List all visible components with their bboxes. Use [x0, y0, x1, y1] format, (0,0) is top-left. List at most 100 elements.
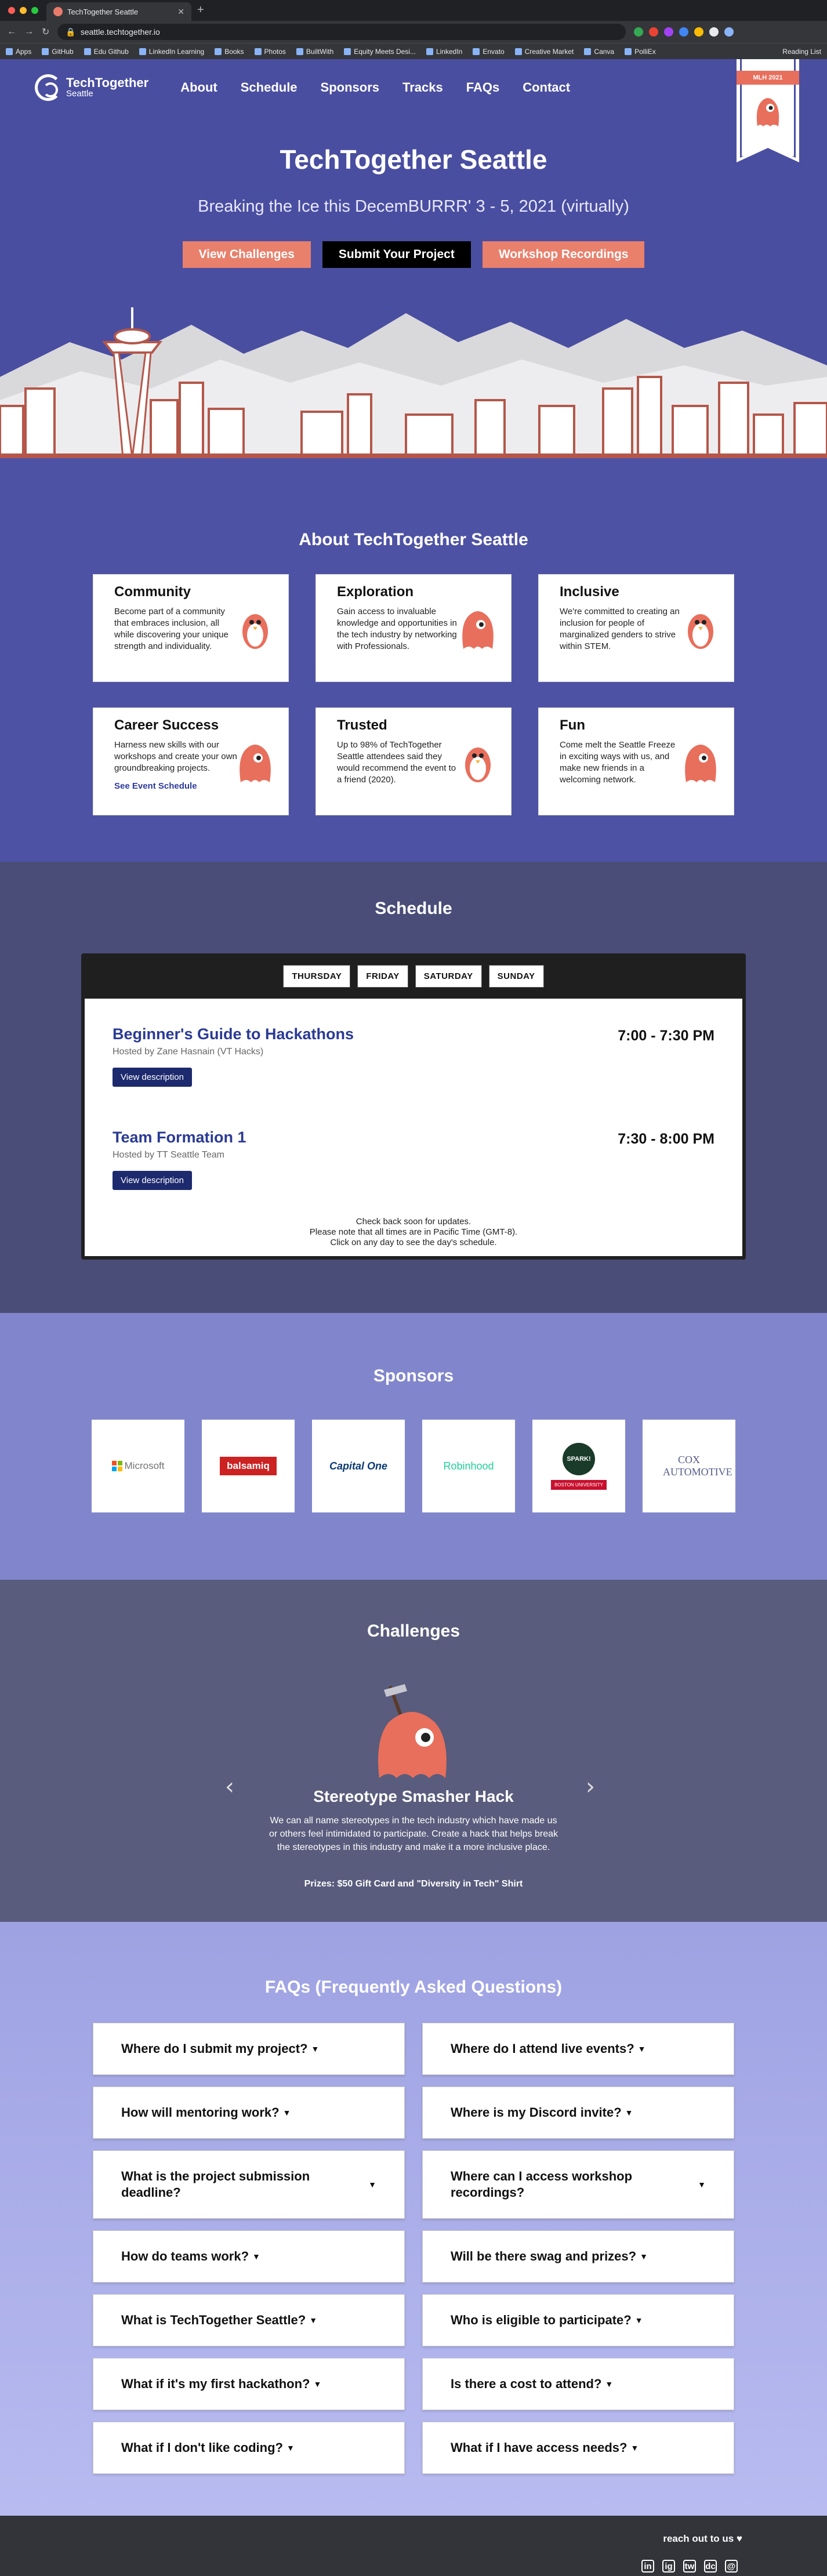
site-logo[interactable]: TechTogether Seattle	[35, 74, 148, 101]
tab-thursday[interactable]: THURSDAY	[283, 964, 351, 988]
sponsor-balsamiq[interactable]: balsamiq	[202, 1420, 295, 1512]
profile-avatar-icon[interactable]	[724, 27, 734, 37]
caret-down-icon: ▼	[630, 2443, 639, 2452]
card-title: Inclusive	[560, 584, 619, 600]
faq-question[interactable]: Is there a cost to attend? ▼	[422, 2358, 734, 2410]
browser-tab[interactable]: TechTogether Seattle ✕	[46, 2, 191, 21]
discord-icon[interactable]: dc	[704, 2560, 717, 2573]
badge-ribbon: MLH 2021	[737, 71, 799, 85]
view-description-button[interactable]: View description	[113, 1068, 192, 1087]
faq-question[interactable]: What is the project submission deadline?…	[93, 2150, 405, 2219]
bookmark-label: Creative Market	[524, 47, 574, 56]
faq-question[interactable]: Where do I submit my project? ▼	[93, 2023, 405, 2075]
faq-question-text: Where do I submit my project?	[121, 2041, 308, 2056]
site-footer: reach out to us ♥ in ig tw dc @	[0, 2516, 827, 2576]
faq-question-text: Where do I attend live events?	[451, 2041, 634, 2056]
faq-question[interactable]: How will mentoring work? ▼	[93, 2087, 405, 2139]
tab-close-icon[interactable]: ✕	[177, 7, 184, 17]
about-card-exploration: Exploration Gain access to invaluable kn…	[315, 574, 512, 682]
extension-icon[interactable]	[694, 27, 704, 37]
faq-question[interactable]: Where is my Discord invite? ▼	[422, 2087, 734, 2139]
bookmark-item[interactable]: Apps	[6, 48, 31, 56]
faq-question-text: What if it's my first hackathon?	[121, 2377, 310, 2391]
nav-link-tracks[interactable]: Tracks	[402, 80, 443, 95]
faq-question[interactable]: What is TechTogether Seattle? ▼	[93, 2294, 405, 2346]
minimize-window-icon[interactable]	[20, 7, 27, 14]
schedule-title: Schedule	[375, 899, 452, 918]
bookmark-item[interactable]: Equity Meets Desi...	[344, 48, 416, 56]
linkedin-icon[interactable]: in	[641, 2560, 654, 2573]
workshop-recordings-button[interactable]: Workshop Recordings	[482, 241, 645, 268]
sponsor-spark-bu[interactable]: SPARK! BOSTON UNIVERSITY	[532, 1420, 625, 1512]
reading-list-button[interactable]: Reading List	[782, 48, 821, 56]
sponsor-name: Microsoft	[124, 1460, 165, 1471]
nav-link-about[interactable]: About	[180, 80, 217, 95]
schedule-event: Beginner's Guide to Hackathons Hosted by…	[113, 1025, 714, 1087]
main-nav: TechTogether Seattle About Schedule Spon…	[35, 74, 792, 101]
tab-saturday[interactable]: SATURDAY	[415, 964, 482, 988]
submit-project-button[interactable]: Submit Your Project	[322, 241, 471, 268]
reach-out-label: reach out to us ♥	[663, 2533, 742, 2544]
forward-icon[interactable]: →	[24, 27, 34, 37]
bookmark-item[interactable]: Photos	[254, 48, 286, 56]
view-description-button[interactable]: View description	[113, 1171, 192, 1190]
reading-list-label: Reading List	[782, 47, 821, 56]
bookmark-label: PolliEx	[634, 47, 656, 56]
extension-icon[interactable]	[664, 27, 674, 37]
bookmark-item[interactable]: LinkedIn	[426, 48, 462, 56]
sponsor-cox-automotive[interactable]: COX AUTOMOTIVE	[643, 1420, 735, 1512]
caret-down-icon: ▼	[309, 2316, 318, 2325]
bookmark-item[interactable]: Creative Market	[514, 47, 574, 56]
reload-icon[interactable]: ↻	[42, 26, 49, 38]
bookmark-item[interactable]: BuiltWith	[296, 48, 333, 56]
tab-sunday[interactable]: SUNDAY	[488, 964, 544, 988]
bookmark-item[interactable]: Books	[215, 48, 244, 56]
twitter-icon[interactable]: tw	[683, 2560, 696, 2573]
faq-question[interactable]: Will be there swag and prizes? ▼	[422, 2230, 734, 2283]
extension-icon[interactable]	[679, 27, 689, 37]
faq-question[interactable]: What if it's my first hackathon? ▼	[93, 2358, 405, 2410]
instagram-icon[interactable]: ig	[662, 2560, 675, 2573]
email-icon[interactable]: @	[725, 2560, 738, 2573]
back-icon[interactable]: ←	[7, 27, 16, 37]
faq-question[interactable]: What if I don't like coding? ▼	[93, 2422, 405, 2474]
bookmark-item[interactable]: Envato	[473, 48, 505, 56]
tab-friday[interactable]: FRIDAY	[357, 964, 408, 988]
faq-section: FAQs (Frequently Asked Questions) Where …	[0, 1922, 827, 2516]
maximize-window-icon[interactable]	[31, 7, 38, 14]
faq-question[interactable]: What if I have access needs? ▼	[422, 2422, 734, 2474]
extensions-area	[634, 27, 734, 37]
bookmark-item[interactable]: Canva	[584, 48, 614, 56]
sponsor-microsoft[interactable]: Microsoft	[92, 1420, 184, 1512]
bookmark-item[interactable]: PolliEx	[625, 48, 656, 56]
faq-question[interactable]: Who is eligible to participate? ▼	[422, 2294, 734, 2346]
puzzle-icon[interactable]	[709, 27, 719, 37]
bookmark-item[interactable]: Edu Github	[84, 48, 129, 56]
nav-link-faqs[interactable]: FAQs	[466, 80, 499, 95]
sponsor-name: balsamiq	[220, 1457, 277, 1475]
nav-link-sponsors[interactable]: Sponsors	[321, 80, 379, 95]
faq-question[interactable]: Where can I access workshop recordings? ▼	[422, 2150, 734, 2219]
about-section: About TechTogether Seattle Community Bec…	[0, 458, 827, 862]
faq-question[interactable]: Where do I attend live events? ▼	[422, 2023, 734, 2075]
challenges-title: Challenges	[367, 1621, 460, 1641]
extension-icon[interactable]	[649, 27, 659, 37]
bookmark-item[interactable]: LinkedIn Learning	[139, 48, 204, 56]
new-tab-icon[interactable]: +	[197, 3, 204, 17]
sponsor-capital-one[interactable]: Capital One	[312, 1420, 405, 1512]
view-challenges-button[interactable]: View Challenges	[182, 241, 311, 268]
close-window-icon[interactable]	[8, 7, 15, 14]
nav-link-schedule[interactable]: Schedule	[241, 80, 298, 95]
extension-icon[interactable]	[634, 27, 644, 37]
schedule-section: Schedule THURSDAY FRIDAY SATURDAY SUNDAY…	[0, 862, 827, 1313]
bookmark-item[interactable]: GitHub	[42, 48, 74, 56]
url-field[interactable]: 🔒 seattle.techtogether.io	[57, 24, 626, 40]
nav-links: About Schedule Sponsors Tracks FAQs Cont…	[180, 80, 570, 95]
nav-link-contact[interactable]: Contact	[523, 80, 570, 95]
faq-question-text: How do teams work?	[121, 2249, 249, 2263]
challenges-section: Challenges ‹ › Stereotype Smasher Hack W…	[0, 1580, 827, 1922]
faq-question[interactable]: How do teams work? ▼	[93, 2230, 405, 2283]
bookmark-label: Books	[224, 47, 244, 56]
sponsor-robinhood[interactable]: Robinhood	[422, 1420, 515, 1512]
about-card-career-success: Career Success Harness new skills with o…	[93, 708, 289, 815]
